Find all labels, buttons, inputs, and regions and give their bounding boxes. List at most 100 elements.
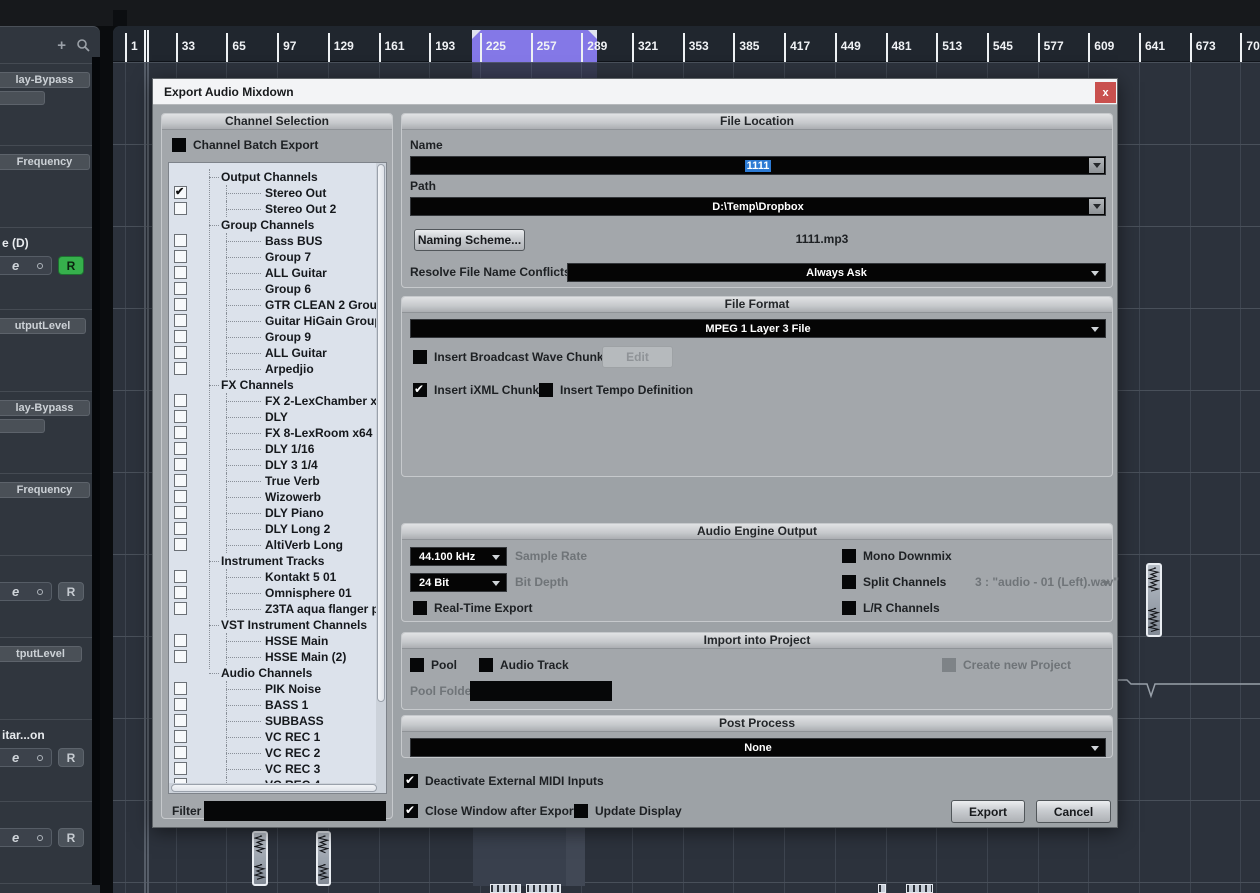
update-display-checkbox[interactable] [574,804,588,818]
name-input[interactable]: 1111 [410,156,1106,175]
tree-row-channel[interactable]: Arpedjio [169,361,386,377]
tree-row-channel[interactable]: ALL Guitar [169,265,386,281]
track-label-chip[interactable]: utputLevel [0,318,86,334]
track-value-chip[interactable] [0,419,45,433]
tree-row-channel[interactable]: Guitar HiGain Group [169,313,386,329]
naming-scheme-button[interactable]: Naming Scheme... [414,229,525,251]
channel-checkbox[interactable] [174,346,187,359]
post-process-select[interactable]: None [410,738,1106,757]
tree-row-channel[interactable]: Stereo Out [169,185,386,201]
channel-checkbox[interactable] [174,202,187,215]
channel-checkbox[interactable] [174,266,187,279]
mini-midi-clip[interactable] [878,884,886,893]
create-project-checkbox[interactable] [942,658,956,672]
tempo-definition-checkbox[interactable] [539,383,553,397]
channel-checkbox[interactable] [174,394,187,407]
tree-row-channel[interactable]: FX 2-LexChamber x64 [169,393,386,409]
pool-folder-input[interactable] [470,681,612,701]
edit-button[interactable]: Edit [602,346,673,368]
track-label-chip[interactable]: Frequency [0,154,90,170]
tree-row-channel[interactable]: DLY 3 1/4 [169,457,386,473]
tree-row-channel[interactable]: DLY [169,409,386,425]
lr-channels-checkbox[interactable] [842,601,856,615]
channel-checkbox[interactable] [174,538,187,551]
read-automation-button[interactable]: R [58,828,84,847]
channel-checkbox[interactable] [174,458,187,471]
read-automation-button[interactable]: R [58,256,84,275]
channel-checkbox[interactable] [174,474,187,487]
channel-checkbox[interactable] [174,586,187,599]
edit-channel-button[interactable]: e [0,828,52,847]
tree-row-channel[interactable]: VC REC 1 [169,729,386,745]
edit-channel-button[interactable]: e [0,256,52,275]
tree-row-category[interactable]: FX Channels [169,377,386,393]
channel-checkbox[interactable] [174,426,187,439]
tree-row-category[interactable]: Output Channels [169,169,386,185]
channel-checkbox[interactable] [174,698,187,711]
channel-checkbox[interactable] [174,490,187,503]
tree-row-channel[interactable]: Group 7 [169,249,386,265]
bit-depth-select[interactable]: 24 Bit [410,573,507,592]
tree-row-channel[interactable]: HSSE Main (2) [169,649,386,665]
tree-row-channel[interactable]: True Verb [169,473,386,489]
tree-row-channel[interactable]: AltiVerb Long [169,537,386,553]
tree-row-channel[interactable]: DLY Long 2 [169,521,386,537]
channel-checkbox[interactable] [174,570,187,583]
channel-checkbox[interactable] [174,282,187,295]
audio-track-checkbox[interactable] [479,658,493,672]
channel-checkbox[interactable] [174,410,187,423]
tree-row-channel[interactable]: HSSE Main [169,633,386,649]
channel-checkbox[interactable] [174,682,187,695]
sample-rate-select[interactable]: 44.100 kHz [410,547,507,566]
channel-checkbox[interactable] [174,602,187,615]
tree-row-channel[interactable]: ALL Guitar [169,345,386,361]
read-automation-button[interactable]: R [58,582,84,601]
channel-checkbox[interactable] [174,506,187,519]
tree-row-channel[interactable]: PIK Noise [169,681,386,697]
mini-midi-clip[interactable] [490,884,521,893]
broadcast-wave-checkbox[interactable] [413,350,427,364]
channel-checkbox[interactable] [174,330,187,343]
deactivate-midi-checkbox[interactable] [404,773,418,788]
cancel-button[interactable]: Cancel [1036,800,1111,823]
export-button[interactable]: Export [951,800,1025,823]
resolve-conflicts-select[interactable]: Always Ask [567,263,1106,282]
tree-horizontal-scrollbar[interactable] [169,783,386,793]
channel-checkbox[interactable] [174,762,187,775]
file-format-select[interactable]: MPEG 1 Layer 3 File [410,319,1106,338]
channel-checkbox[interactable] [174,362,187,375]
channel-checkbox[interactable] [174,634,187,647]
channel-checkbox[interactable] [174,298,187,311]
track-label-chip[interactable]: lay-Bypass [0,400,90,416]
channel-checkbox[interactable] [174,314,187,327]
channel-checkbox[interactable] [174,522,187,535]
edit-channel-button[interactable]: e [0,582,52,601]
track-label-chip[interactable]: lay-Bypass [0,72,90,88]
tree-row-channel[interactable]: DLY Piano [169,505,386,521]
split-channels-checkbox[interactable] [842,575,856,589]
channel-checkbox[interactable] [174,650,187,663]
tree-row-category[interactable]: Group Channels [169,217,386,233]
tree-row-channel[interactable]: Omnisphere 01 [169,585,386,601]
read-automation-button[interactable]: R [58,748,84,767]
channel-checkbox[interactable] [174,234,187,247]
tree-row-channel[interactable]: Bass BUS [169,233,386,249]
channel-checkbox[interactable] [174,714,187,727]
close-window-checkbox[interactable] [404,803,418,818]
scrollbar-thumb[interactable] [377,164,385,702]
add-track-icon[interactable]: + [57,37,66,54]
dialog-title-bar[interactable]: Export Audio Mixdown x [153,79,1117,105]
filter-input[interactable] [204,801,386,821]
channel-checkbox[interactable] [174,442,187,455]
realtime-export-checkbox[interactable] [413,601,427,615]
path-input[interactable]: D:\Temp\Dropbox [410,197,1106,216]
scrollbar-thumb[interactable] [171,784,377,792]
track-value-chip[interactable] [0,91,45,105]
split-channels-value[interactable]: 3 : "audio - 01 (Left).wav" [975,575,1119,589]
tree-row-channel[interactable]: DLY 1/16 [169,441,386,457]
audio-event-clip[interactable] [252,831,268,886]
track-label-chip[interactable]: Frequency [0,482,90,498]
ixml-chunk-checkbox[interactable] [413,382,427,397]
channel-checkbox[interactable] [174,730,187,743]
tree-row-channel[interactable]: GTR CLEAN 2 Group [169,297,386,313]
